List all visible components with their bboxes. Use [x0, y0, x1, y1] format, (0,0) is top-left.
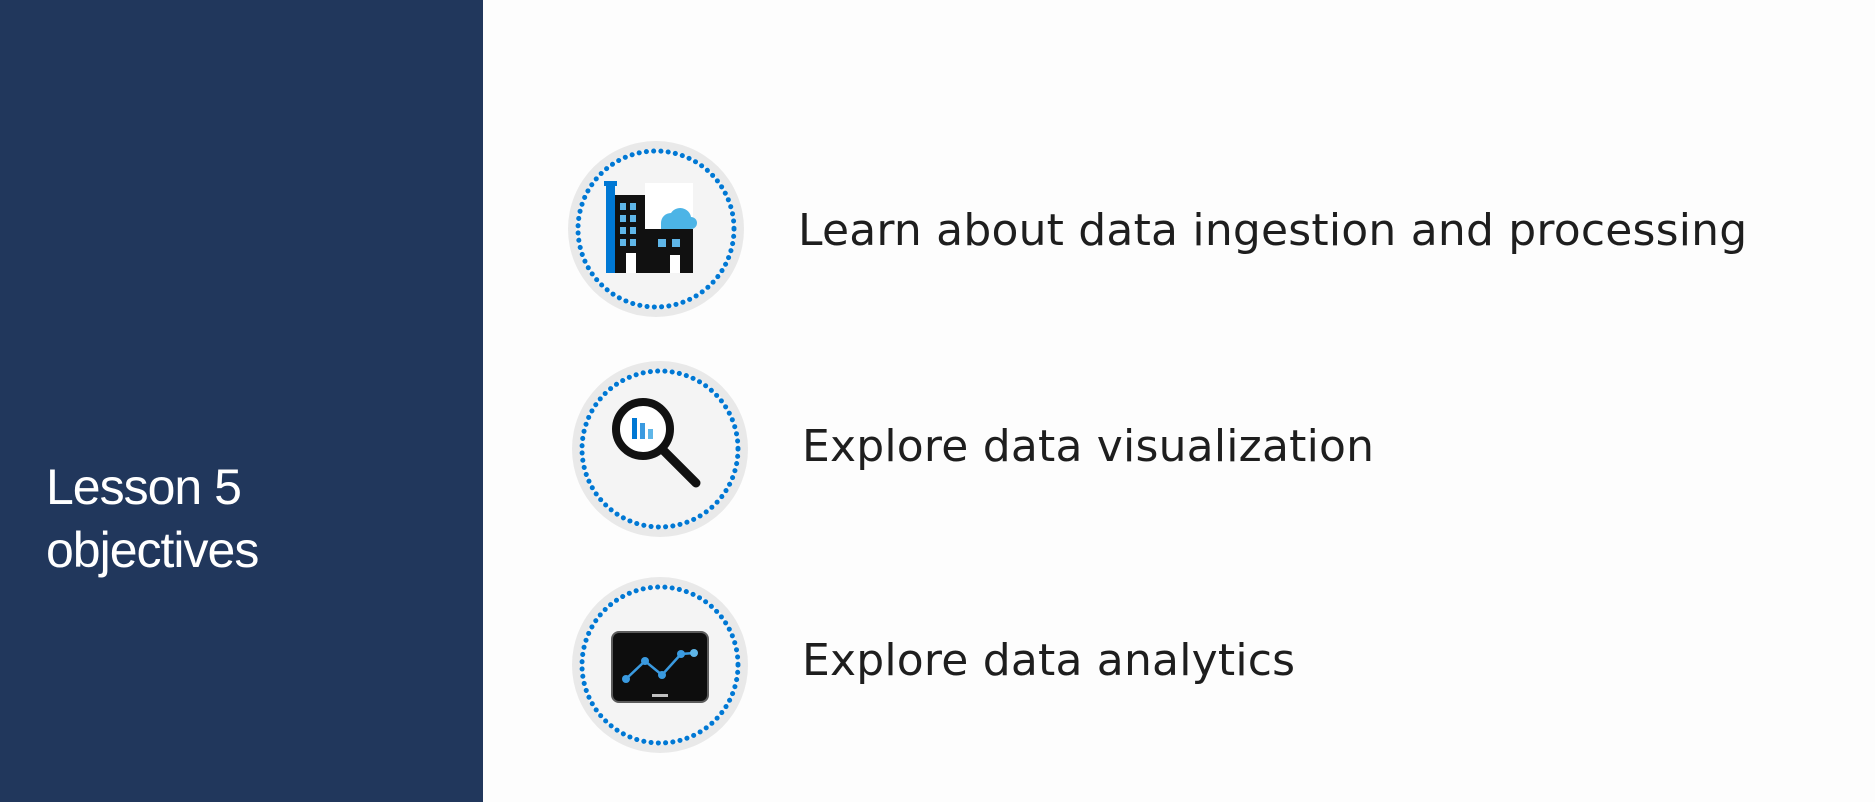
- slide-title: Lesson 5 objectives: [46, 456, 446, 582]
- factory-building-icon: [566, 139, 746, 319]
- objective-text-1: Learn about data ingestion and processin…: [798, 205, 1748, 256]
- title-panel: Lesson 5 objectives: [0, 0, 483, 802]
- magnifier-bar-chart-icon: [570, 359, 750, 539]
- objective-item-3: Explore data analytics: [566, 575, 1816, 755]
- objective-item-1: Learn about data ingestion and processin…: [566, 139, 1816, 319]
- objective-text-3: Explore data analytics: [802, 635, 1296, 686]
- objective-item-2: Explore data visualization: [566, 359, 1816, 539]
- objective-text-2: Explore data visualization: [802, 421, 1375, 472]
- slide-title-line-2: objectives: [46, 522, 259, 578]
- slide: Lesson 5 objectives Learn about data ing…: [0, 0, 1875, 802]
- slide-title-line-1: Lesson 5: [46, 459, 242, 515]
- monitor-line-chart-icon: [570, 575, 750, 755]
